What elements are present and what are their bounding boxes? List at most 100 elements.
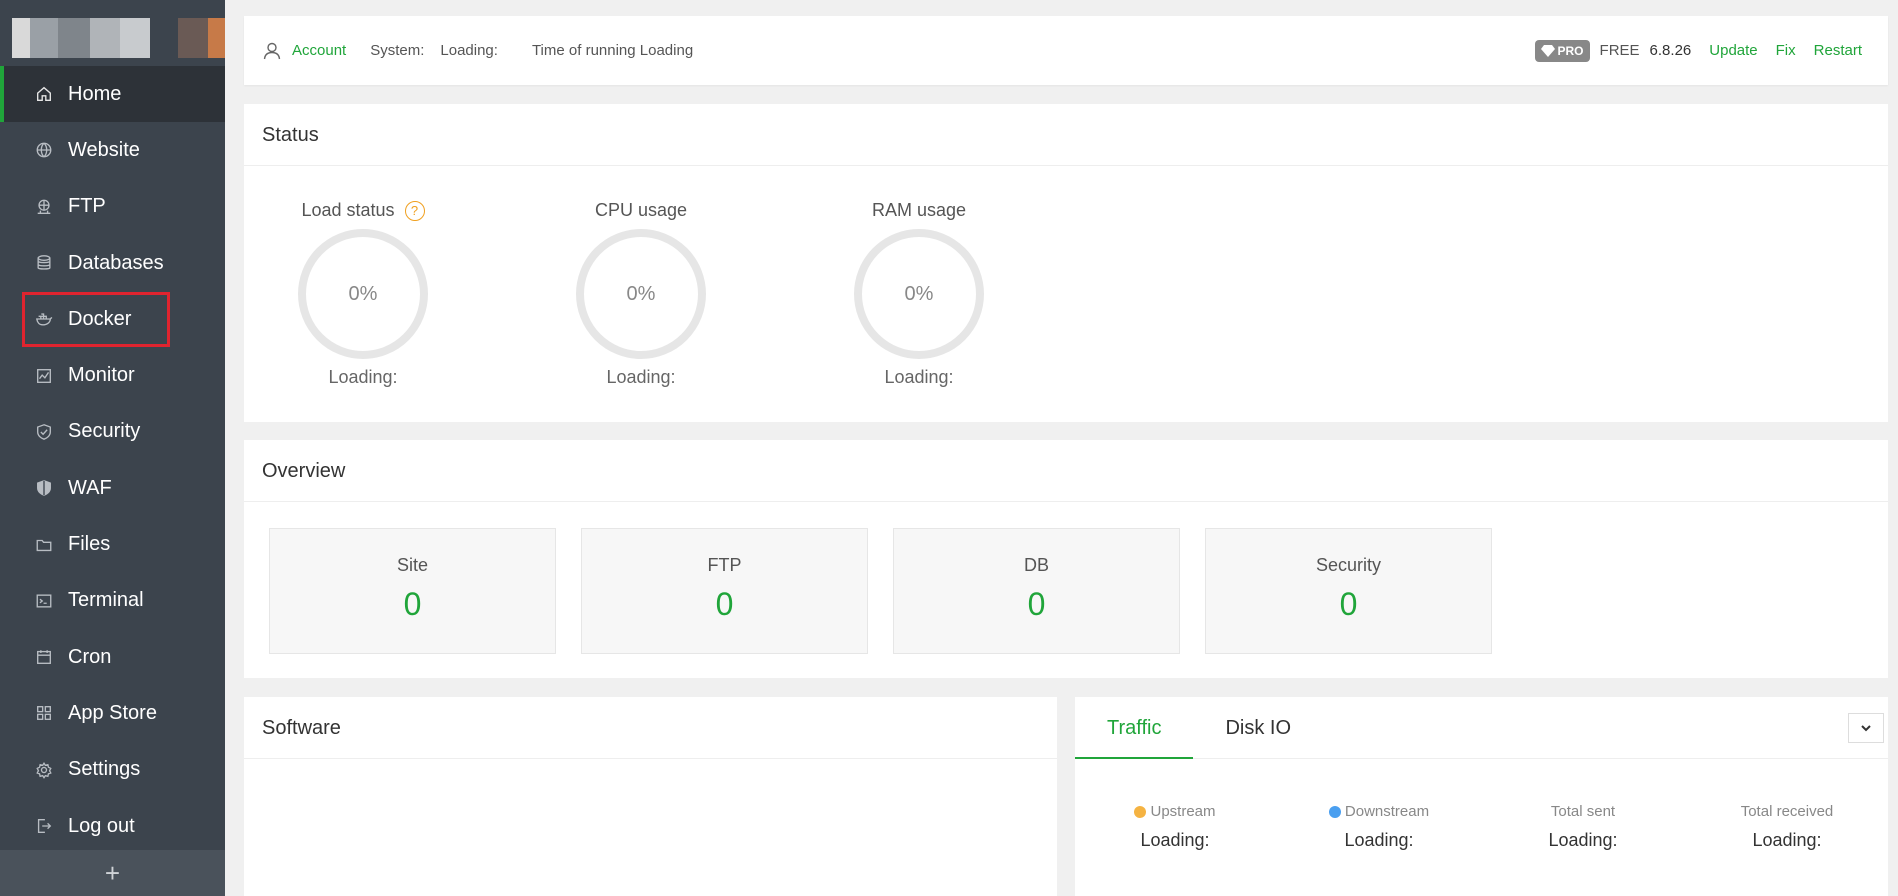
- tab-traffic[interactable]: Traffic: [1075, 697, 1194, 759]
- sidebar: Home Website FTP Databases Docker Monito…: [0, 0, 225, 896]
- total-received-stat: Total received Loading:: [1697, 803, 1877, 851]
- sidebar-item-label: App Store: [68, 701, 157, 724]
- card-value: 0: [1027, 586, 1046, 622]
- sidebar-item-label: Docker: [68, 307, 132, 330]
- sidebar-item-label: Databases: [68, 251, 164, 274]
- sidebar-item-monitor[interactable]: Monitor: [0, 347, 225, 403]
- sidebar-item-label: Settings: [68, 758, 141, 781]
- fix-link[interactable]: Fix: [1776, 42, 1796, 59]
- help-icon[interactable]: ?: [404, 200, 425, 221]
- sidebar-item-label: Website: [68, 138, 140, 161]
- gauge-label-row: RAM usage: [834, 200, 1004, 221]
- sidebar-item-label: WAF: [68, 476, 112, 499]
- overview-card-ftp[interactable]: FTP 0: [581, 528, 868, 654]
- overview-card-db[interactable]: DB 0: [893, 528, 1180, 654]
- overview-card-site[interactable]: Site 0: [269, 528, 556, 654]
- top-bar-right: PRO FREE 6.8.26 Update Fix Restart: [1534, 39, 1862, 62]
- home-icon: [34, 84, 54, 104]
- pro-badge[interactable]: PRO: [1534, 39, 1590, 62]
- sidebar-item-label: Home: [68, 82, 122, 105]
- sidebar-item-terminal[interactable]: Terminal: [0, 573, 225, 629]
- globe-icon: [34, 140, 54, 160]
- software-panel: Software: [244, 697, 1057, 896]
- update-link[interactable]: Update: [1709, 42, 1757, 59]
- system-label: System:: [370, 42, 425, 59]
- stat-label: Downstream: [1344, 803, 1430, 820]
- sidebar-item-log-out[interactable]: Log out: [0, 798, 225, 854]
- overview-card-security[interactable]: Security 0: [1205, 528, 1492, 654]
- stat-header: Total sent: [1493, 803, 1673, 820]
- sidebar-item-files[interactable]: Files: [0, 516, 225, 572]
- stat-value: Loading:: [1344, 830, 1414, 850]
- running-time: Time of running Loading: [531, 42, 694, 59]
- shield-icon: [34, 478, 54, 498]
- card-value: 0: [403, 586, 422, 622]
- grid-icon: [34, 703, 54, 723]
- sidebar-item-cron[interactable]: Cron: [0, 629, 225, 685]
- sidebar-item-waf[interactable]: WAF: [0, 460, 225, 516]
- stat-value: Loading:: [1140, 830, 1210, 850]
- stat-label: Total received: [1740, 803, 1834, 820]
- sidebar-item-website[interactable]: Website: [0, 122, 225, 178]
- card-value: 0: [715, 586, 734, 622]
- account-label: Account: [292, 42, 347, 59]
- restart-link[interactable]: Restart: [1814, 42, 1862, 59]
- sidebar-item-security[interactable]: Security: [0, 404, 225, 460]
- upstream-dot-icon: [1134, 805, 1147, 818]
- upstream-stat: Upstream Loading:: [1085, 803, 1265, 851]
- ram-usage-gauge[interactable]: RAM usage 0% Loading:: [834, 200, 1004, 388]
- status-panel: Status Load status ? 0% Loading: CPU usa…: [244, 104, 1888, 422]
- monitor-icon: [34, 366, 54, 386]
- gauge-label-row: Load status ?: [278, 200, 448, 221]
- gauge-sub: Loading:: [884, 367, 954, 387]
- traffic-panel: Traffic Disk IO Upstream Loading: Downst…: [1075, 697, 1888, 896]
- top-bar: Account System: Loading: Time of running…: [244, 16, 1888, 85]
- calendar-icon: [34, 647, 54, 667]
- traffic-tabs: Traffic Disk IO: [1075, 697, 1888, 759]
- card-title: DB: [1023, 555, 1049, 575]
- stat-label: Total sent: [1550, 803, 1616, 820]
- cpu-usage-gauge[interactable]: CPU usage 0% Loading:: [556, 200, 726, 388]
- sidebar-item-docker[interactable]: Docker: [0, 291, 225, 347]
- sidebar-item-label: Log out: [68, 814, 135, 837]
- gauge-label-row: CPU usage: [556, 200, 726, 221]
- sidebar-item-app-store[interactable]: App Store: [0, 685, 225, 741]
- stat-value: Loading:: [1752, 830, 1822, 850]
- card-title: FTP: [707, 555, 742, 575]
- folder-icon: [34, 535, 54, 555]
- card-title: Site: [396, 555, 429, 575]
- gauge-label: Load status: [301, 200, 395, 220]
- stat-header: Upstream: [1085, 803, 1265, 820]
- logout-icon: [34, 816, 54, 836]
- docker-icon: [34, 309, 54, 329]
- pro-badge-label: PRO: [1557, 43, 1584, 58]
- sidebar-add-button[interactable]: +: [0, 850, 225, 896]
- sidebar-item-label: Monitor: [68, 364, 135, 387]
- overview-panel: Overview Site 0 FTP 0 DB 0 Security 0: [244, 440, 1888, 678]
- sidebar-item-databases[interactable]: Databases: [0, 235, 225, 291]
- database-icon: [34, 253, 54, 273]
- stat-header: Total received: [1697, 803, 1877, 820]
- load-status-gauge[interactable]: Load status ? 0% Loading:: [278, 200, 448, 388]
- shield-check-icon: [34, 422, 54, 442]
- sidebar-item-home[interactable]: Home: [0, 66, 225, 123]
- gauge-sub: Loading:: [328, 367, 398, 387]
- total-sent-stat: Total sent Loading:: [1493, 803, 1673, 851]
- account-link[interactable]: Account: [262, 41, 346, 61]
- traffic-dropdown[interactable]: [1848, 713, 1884, 743]
- sidebar-item-label: FTP: [68, 195, 106, 218]
- overview-title: Overview: [244, 440, 1888, 502]
- sidebar-item-label: Files: [68, 533, 111, 556]
- gauge-label: CPU usage: [594, 200, 688, 220]
- sidebar-item-label: Terminal: [68, 589, 144, 612]
- gear-icon: [34, 760, 54, 780]
- terminal-icon: [34, 591, 54, 611]
- sidebar-item-settings[interactable]: Settings: [0, 742, 225, 798]
- ftp-icon: [34, 197, 54, 217]
- gauge-sub: Loading:: [606, 367, 676, 387]
- tab-disk-io[interactable]: Disk IO: [1193, 697, 1323, 759]
- stat-value: Loading:: [1548, 830, 1618, 850]
- stat-header: Downstream: [1289, 803, 1469, 820]
- sidebar-item-ftp[interactable]: FTP: [0, 179, 225, 235]
- gauge-ring: 0%: [576, 229, 706, 359]
